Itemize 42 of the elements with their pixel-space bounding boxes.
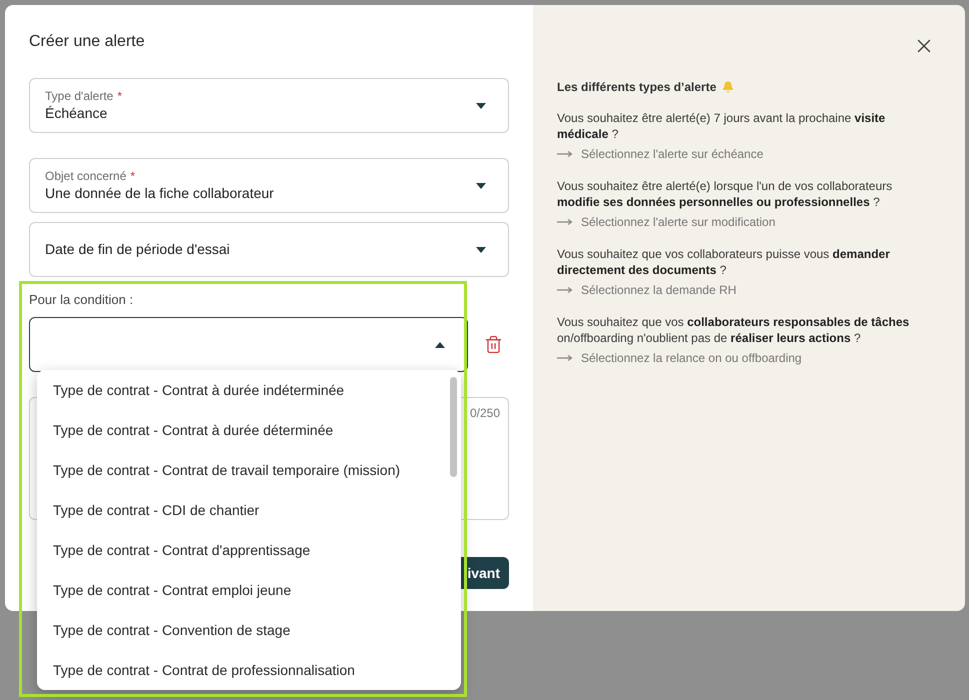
help-action: Sélectionnez la relance on ou offboarding [581, 350, 802, 366]
field-label: Type d'alerte [45, 88, 114, 104]
dialog-title: Créer une alerte [29, 32, 146, 52]
help-question: Vous souhaitez que vos collaborateurs responsables de tâches on/offboarding n'oublient pas de réaliser leurs actions ? [557, 314, 910, 346]
help-action: Sélectionnez la demande RH [581, 282, 736, 298]
help-action: Sélectionnez l'alerte sur modification [581, 214, 776, 230]
caret-icon [476, 182, 486, 188]
caret-icon [476, 102, 486, 108]
required-mark: * [117, 88, 122, 104]
required-mark: * [130, 168, 136, 184]
field-value: Une donnée de la fiche collaborateur [45, 184, 274, 202]
dropdown-option[interactable]: Type de contrat - Contrat emploi jeune [37, 570, 461, 610]
arrow-icon [557, 286, 573, 294]
caret-icon [435, 342, 445, 348]
select-field[interactable]: Date de fin de période d'essai [29, 222, 509, 277]
help-question: Vous souhaitez être alerté(e) 7 jours avant la prochaine visite médicale ? [557, 110, 886, 142]
help-action: Sélectionnez l'alerte sur échéance [581, 146, 764, 162]
bell-icon [722, 81, 734, 93]
condition-select[interactable] [29, 317, 468, 372]
dropdown-option[interactable]: Type de contrat - Convention de stage [37, 610, 461, 650]
scrollbar[interactable] [450, 377, 457, 477]
arrow-icon [557, 354, 573, 362]
help-question: Vous souhaitez que vos collaborateurs puisse vous demander directement des documents ? [557, 246, 891, 278]
help-title: Les différents types d’alerte [557, 80, 716, 94]
help-question: Vous souhaitez être alerté(e) lorsque l'un de vos collaborateurs modifie ses données personnelles ou professionnelles ? [557, 178, 894, 210]
dropdown-option[interactable]: Type de contrat - Contrat d'apprentissage [37, 530, 461, 570]
select-field[interactable]: Type d'alerte * Échéance [29, 78, 509, 133]
field-value: Échéance [45, 104, 108, 122]
dropdown-option[interactable]: Type de contrat - Contrat à durée indéterminée [37, 370, 461, 410]
field-label: Objet concerné [45, 168, 126, 184]
arrow-icon [557, 218, 573, 226]
caret-icon [476, 246, 486, 252]
condition-label: Pour la condition : [29, 291, 134, 309]
character-counter: 0/250 [470, 406, 500, 421]
dropdown-option[interactable]: Type de contrat - Contrat de professionnalisation [37, 650, 461, 690]
dropdown-option[interactable]: Type de contrat - CDI de chantier [37, 490, 461, 530]
trash-icon[interactable] [484, 335, 503, 354]
dropdown-option[interactable]: Type de contrat - Contrat à durée déterminée [37, 410, 461, 450]
arrow-icon [557, 150, 573, 158]
dropdown-option[interactable]: Type de contrat - Contrat de travail temporaire (mission) [37, 450, 461, 490]
select-field[interactable]: Objet concerné * Une donnée de la fiche collaborateur [29, 158, 509, 213]
field-value: Date de fin de période d'essai [45, 240, 230, 259]
